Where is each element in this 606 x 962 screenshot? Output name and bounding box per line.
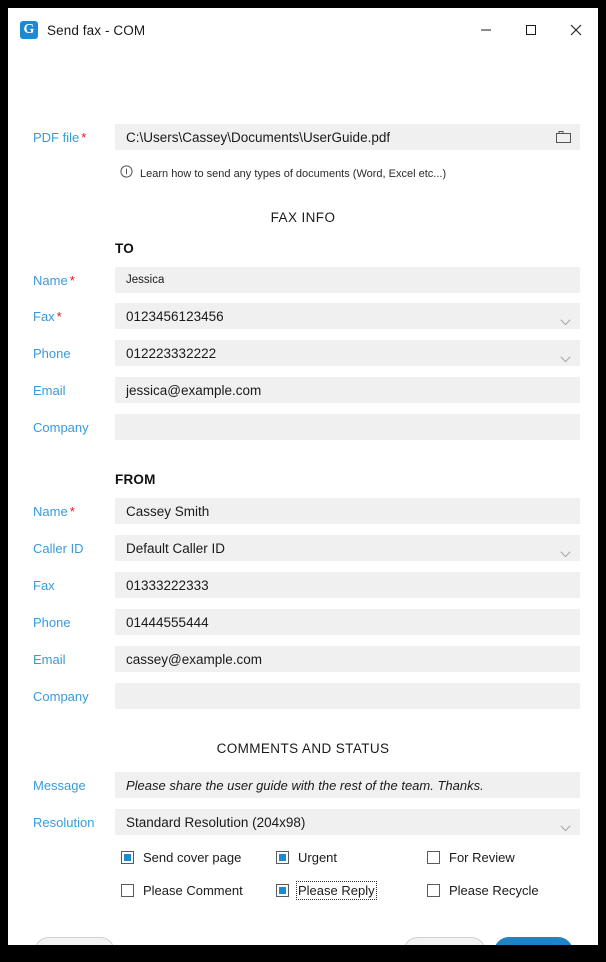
minimize-icon[interactable] — [463, 8, 508, 52]
to-name-input[interactable]: Jessica — [115, 267, 580, 293]
documents-hint-text: Learn how to send any types of documents… — [140, 168, 447, 180]
checkbox-box[interactable] — [427, 883, 440, 897]
to-email-row: Email jessica@example.com — [8, 377, 598, 403]
to-phone-label: Phone — [33, 345, 71, 361]
form-content: PDF file * C:\Users\Cassey\Documents\User… — [8, 52, 598, 945]
to-name-row: Name * Jessica — [8, 267, 598, 293]
checkbox-box[interactable] — [121, 850, 134, 864]
title-bar: G Send fax - COM — [8, 8, 598, 52]
from-caller-id-value: Default Caller ID — [126, 540, 226, 556]
checkbox-box[interactable] — [276, 883, 289, 897]
window-title: Send fax - COM — [47, 22, 146, 38]
close-icon[interactable] — [553, 8, 598, 52]
from-group-label: FROM — [115, 472, 156, 487]
checkbox-urgent[interactable]: Urgent — [276, 846, 337, 868]
from-caller-id-combobox[interactable]: Default Caller ID — [115, 535, 580, 561]
documents-hint[interactable]: Learn how to send any types of documents… — [120, 165, 446, 183]
checkbox-box[interactable] — [427, 850, 440, 864]
fax-app-icon: G — [20, 21, 38, 39]
from-company-row: Company — [8, 683, 598, 709]
from-caller-id-row: Caller ID Default Caller ID — [8, 535, 598, 561]
from-fax-label: Fax — [33, 577, 55, 593]
to-name-value: Jessica — [126, 274, 165, 286]
to-email-input[interactable]: jessica@example.com — [115, 377, 580, 403]
message-value: Please share the user guide with the res… — [126, 777, 484, 793]
from-name-value: Cassey Smith — [126, 503, 210, 519]
comments-heading: COMMENTS AND STATUS — [216, 741, 390, 756]
info-icon — [120, 165, 133, 183]
from-phone-row: Phone 01444555444 — [8, 609, 598, 635]
message-row: Message Please share the user guide with… — [8, 772, 598, 798]
send-fax-button[interactable]: Send Fax — [403, 937, 486, 945]
from-email-row: Email cassey@example.com — [8, 646, 598, 672]
to-email-value: jessica@example.com — [126, 382, 262, 398]
resolution-label: Resolution — [33, 814, 95, 830]
from-fax-row: Fax 01333222333 — [8, 572, 598, 598]
pdf-file-label: PDF file * — [33, 129, 87, 145]
to-company-input[interactable] — [115, 414, 580, 440]
to-fax-row: Fax * 0123456123456 — [8, 303, 598, 329]
from-fax-input[interactable]: 01333222333 — [115, 572, 580, 598]
send-fax-window: G Send fax - COM PDF file * C:\Users\Cass… — [8, 8, 598, 945]
chevron-down-icon[interactable] — [560, 313, 571, 326]
logs-button[interactable]: Logs — [34, 937, 115, 945]
message-input[interactable]: Please share the user guide with the res… — [115, 772, 580, 798]
to-fax-value: 0123456123456 — [126, 308, 224, 324]
to-company-row: Company — [8, 414, 598, 440]
to-fax-label: Fax * — [33, 308, 62, 324]
from-email-label: Email — [33, 651, 66, 667]
from-phone-input[interactable]: 01444555444 — [115, 609, 580, 635]
from-name-row: Name * Cassey Smith — [8, 498, 598, 524]
pdf-file-input[interactable]: C:\Users\Cassey\Documents\UserGuide.pdf — [115, 124, 580, 150]
resolution-combobox[interactable]: Standard Resolution (204x98) — [115, 809, 580, 835]
maximize-icon[interactable] — [508, 8, 553, 52]
window-controls — [463, 8, 598, 52]
from-phone-value: 01444555444 — [126, 614, 209, 630]
to-name-label: Name * — [33, 272, 75, 288]
checkbox-row-1: Send cover page Urgent For Review — [8, 846, 598, 868]
to-phone-value: 012223332222 — [126, 345, 217, 361]
pdf-file-value: C:\Users\Cassey\Documents\UserGuide.pdf — [126, 129, 391, 145]
chevron-down-icon[interactable] — [560, 545, 571, 558]
checkbox-label: Please Recycle — [449, 882, 539, 898]
to-group-label: TO — [115, 241, 134, 256]
to-phone-combobox[interactable]: 012223332222 — [115, 340, 580, 366]
message-label: Message — [33, 777, 86, 793]
folder-icon[interactable] — [555, 129, 572, 145]
resolution-value: Standard Resolution (204x98) — [126, 814, 306, 830]
to-fax-combobox[interactable]: 0123456123456 — [115, 303, 580, 329]
pdf-file-row: PDF file * C:\Users\Cassey\Documents\User… — [8, 124, 598, 150]
checkbox-label: For Review — [449, 849, 515, 865]
checkbox-box[interactable] — [276, 850, 289, 864]
checkbox-label: Send cover page — [143, 849, 242, 865]
checkbox-label: Urgent — [298, 849, 338, 865]
checkbox-send-cover-page[interactable]: Send cover page — [121, 846, 241, 868]
to-company-label: Company — [33, 419, 89, 435]
chevron-down-icon[interactable] — [560, 819, 571, 832]
from-name-input[interactable]: Cassey Smith — [115, 498, 580, 524]
to-phone-row: Phone 012223332222 — [8, 340, 598, 366]
checkbox-box[interactable] — [121, 883, 134, 897]
from-fax-value: 01333222333 — [126, 577, 209, 593]
checkbox-label: Please Comment — [143, 882, 243, 898]
to-email-label: Email — [33, 382, 66, 398]
checkbox-please-recycle[interactable]: Please Recycle — [427, 879, 539, 901]
checkbox-please-comment[interactable]: Please Comment — [121, 879, 243, 901]
checkbox-please-reply[interactable]: Please Reply — [276, 879, 377, 901]
from-email-value: cassey@example.com — [126, 651, 263, 667]
resolution-row: Resolution Standard Resolution (204x98) — [8, 809, 598, 835]
from-name-label: Name * — [33, 503, 75, 519]
from-caller-id-label: Caller ID — [33, 540, 84, 556]
fax-info-heading: FAX INFO — [270, 210, 336, 225]
checkbox-label: Please Reply — [296, 880, 377, 900]
checkbox-row-2: Please Comment Please Reply Please Recyc… — [8, 879, 598, 901]
close-button[interactable]: Close — [494, 937, 573, 945]
from-company-label: Company — [33, 688, 89, 704]
chevron-down-icon[interactable] — [560, 350, 571, 363]
checkbox-for-review[interactable]: For Review — [427, 846, 515, 868]
from-phone-label: Phone — [33, 614, 71, 630]
app-icon-letter: G — [23, 22, 35, 37]
from-company-input[interactable] — [115, 683, 580, 709]
from-email-input[interactable]: cassey@example.com — [115, 646, 580, 672]
